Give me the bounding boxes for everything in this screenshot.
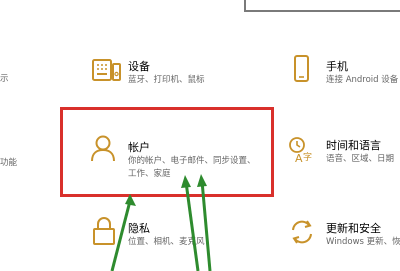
arrow-3 xyxy=(197,174,212,271)
arrow-2 xyxy=(181,175,200,271)
arrow-1 xyxy=(110,194,136,271)
annotation-arrows xyxy=(110,174,212,271)
